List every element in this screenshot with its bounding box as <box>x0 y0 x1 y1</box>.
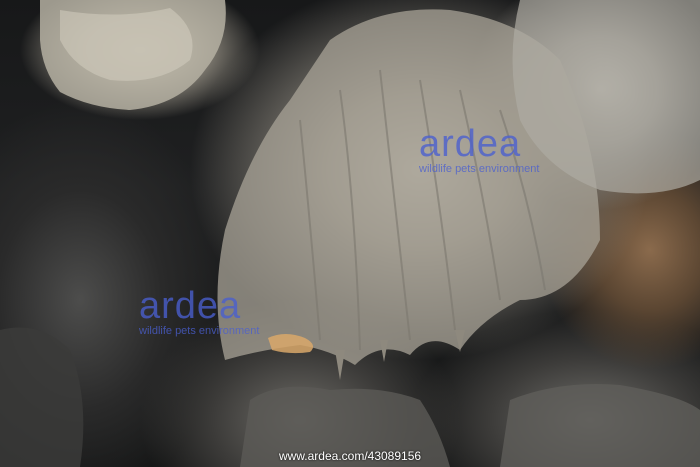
watermark-brand: ardea <box>419 123 522 165</box>
watermark-tagline: wildlife pets environment <box>419 163 540 175</box>
cave-photo: ardea wildlife pets environment ardea wi… <box>0 0 700 467</box>
ardea-watermark-lower: ardea wildlife pets environment <box>139 287 259 337</box>
cave-formations <box>0 0 700 467</box>
watermark-brand: ardea <box>139 285 242 327</box>
credit-url: www.ardea.com/43089156 <box>278 449 422 463</box>
credit-footer: www.ardea.com/43089156 <box>0 445 700 467</box>
ardea-watermark-upper: ardea wildlife pets environment <box>419 125 539 175</box>
watermark-tagline: wildlife pets environment <box>139 325 260 337</box>
